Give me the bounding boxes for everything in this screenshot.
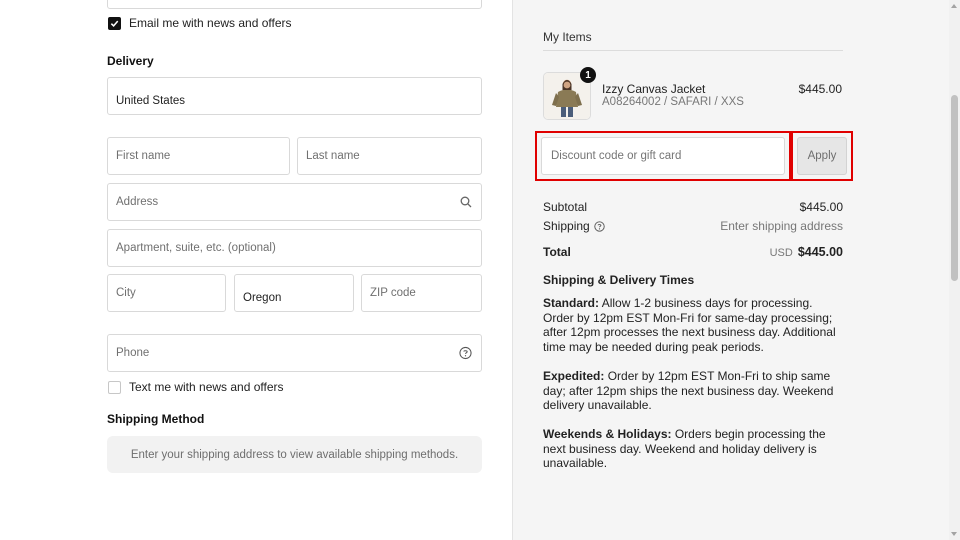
shipping-row: Shipping Enter shipping address — [543, 219, 843, 233]
search-icon[interactable] — [460, 196, 472, 208]
last-name-placeholder: Last name — [306, 150, 360, 162]
sms-optin-row[interactable]: Text me with news and offers — [108, 380, 284, 394]
email-optin-row[interactable]: Email me with news and offers — [108, 16, 292, 30]
email-optin-label: Email me with news and offers — [129, 16, 292, 30]
shipping-method-message: Enter your shipping address to view avai… — [130, 448, 459, 461]
expedited-info: Expedited: Order by 12pm EST Mon-Fri to … — [543, 369, 843, 413]
summary-divider — [543, 50, 843, 51]
apply-button[interactable]: Apply — [797, 137, 847, 175]
state-select[interactable]: Oregon — [234, 274, 354, 312]
checkout-form: Email me with news and offers Delivery U… — [0, 0, 512, 540]
apartment-field[interactable]: Apartment, suite, etc. (optional) — [107, 229, 482, 267]
expedited-label: Expedited: — [543, 369, 605, 383]
help-icon[interactable] — [459, 346, 472, 360]
delivery-times-title: Shipping & Delivery Times — [543, 273, 695, 287]
delivery-heading: Delivery — [107, 54, 154, 68]
city-placeholder: City — [116, 287, 136, 299]
subtotal-value: $445.00 — [799, 200, 843, 214]
subtotal-row: Subtotal $445.00 — [543, 200, 843, 214]
first-name-placeholder: First name — [116, 150, 171, 162]
zip-placeholder: ZIP code — [370, 287, 416, 299]
country-value: United States — [116, 95, 186, 107]
phone-field[interactable]: Phone — [107, 334, 482, 372]
phone-placeholder: Phone — [116, 347, 150, 359]
scroll-down-arrow-icon[interactable] — [951, 532, 957, 536]
address-placeholder: Address — [116, 196, 159, 208]
page-scrollbar[interactable] — [949, 0, 960, 540]
total-currency: USD — [769, 247, 793, 259]
shipping-help-icon[interactable] — [594, 220, 605, 232]
discount-placeholder: Discount code or gift card — [551, 150, 682, 162]
city-field[interactable]: City — [107, 274, 226, 312]
product-price: $445.00 — [798, 82, 842, 96]
weekends-label: Weekends & Holidays: — [543, 427, 672, 441]
zip-field[interactable]: ZIP code — [361, 274, 482, 312]
checkmark-icon — [110, 20, 119, 27]
item-quantity-badge: 1 — [580, 67, 596, 83]
standard-info: Standard: Allow 1-2 business days for pr… — [543, 296, 843, 354]
standard-label: Standard: — [543, 296, 600, 310]
apartment-placeholder: Apartment, suite, etc. (optional) — [116, 242, 276, 254]
total-label: Total — [543, 245, 571, 259]
scroll-up-arrow-icon[interactable] — [951, 4, 957, 8]
last-name-field[interactable]: Last name — [297, 137, 482, 175]
weekends-info: Weekends & Holidays: Orders begin proces… — [543, 427, 843, 471]
country-select[interactable]: United States — [107, 77, 482, 115]
sms-optin-label: Text me with news and offers — [129, 380, 284, 394]
shipping-value: Enter shipping address — [720, 219, 843, 233]
email-field[interactable] — [107, 0, 482, 9]
shipping-method-empty: Enter your shipping address to view avai… — [107, 436, 482, 473]
total-row: Total USD $445.00 — [543, 245, 843, 259]
product-name: Izzy Canvas Jacket — [602, 82, 706, 96]
sms-optin-checkbox[interactable] — [108, 380, 121, 394]
product-variant: A08264002 / SAFARI / XXS — [602, 96, 744, 108]
email-optin-checkbox[interactable] — [108, 16, 121, 30]
apply-highlight: Apply — [791, 131, 853, 181]
product-thumbnail: 1 — [543, 67, 596, 120]
total-value: $445.00 — [797, 245, 843, 259]
discount-input[interactable]: Discount code or gift card — [541, 137, 785, 175]
my-items-heading: My Items — [543, 30, 592, 44]
discount-highlight: Discount code or gift card — [535, 131, 791, 181]
scrollbar-thumb[interactable] — [951, 95, 958, 281]
state-value: Oregon — [243, 292, 282, 304]
subtotal-label: Subtotal — [543, 200, 588, 214]
first-name-field[interactable]: First name — [107, 137, 290, 175]
address-field[interactable]: Address — [107, 183, 482, 221]
order-summary: My Items 1 Izzy Canvas Jacket A08264002 … — [512, 0, 949, 540]
shipping-method-heading: Shipping Method — [107, 412, 205, 426]
shipping-label: Shipping — [543, 219, 590, 233]
